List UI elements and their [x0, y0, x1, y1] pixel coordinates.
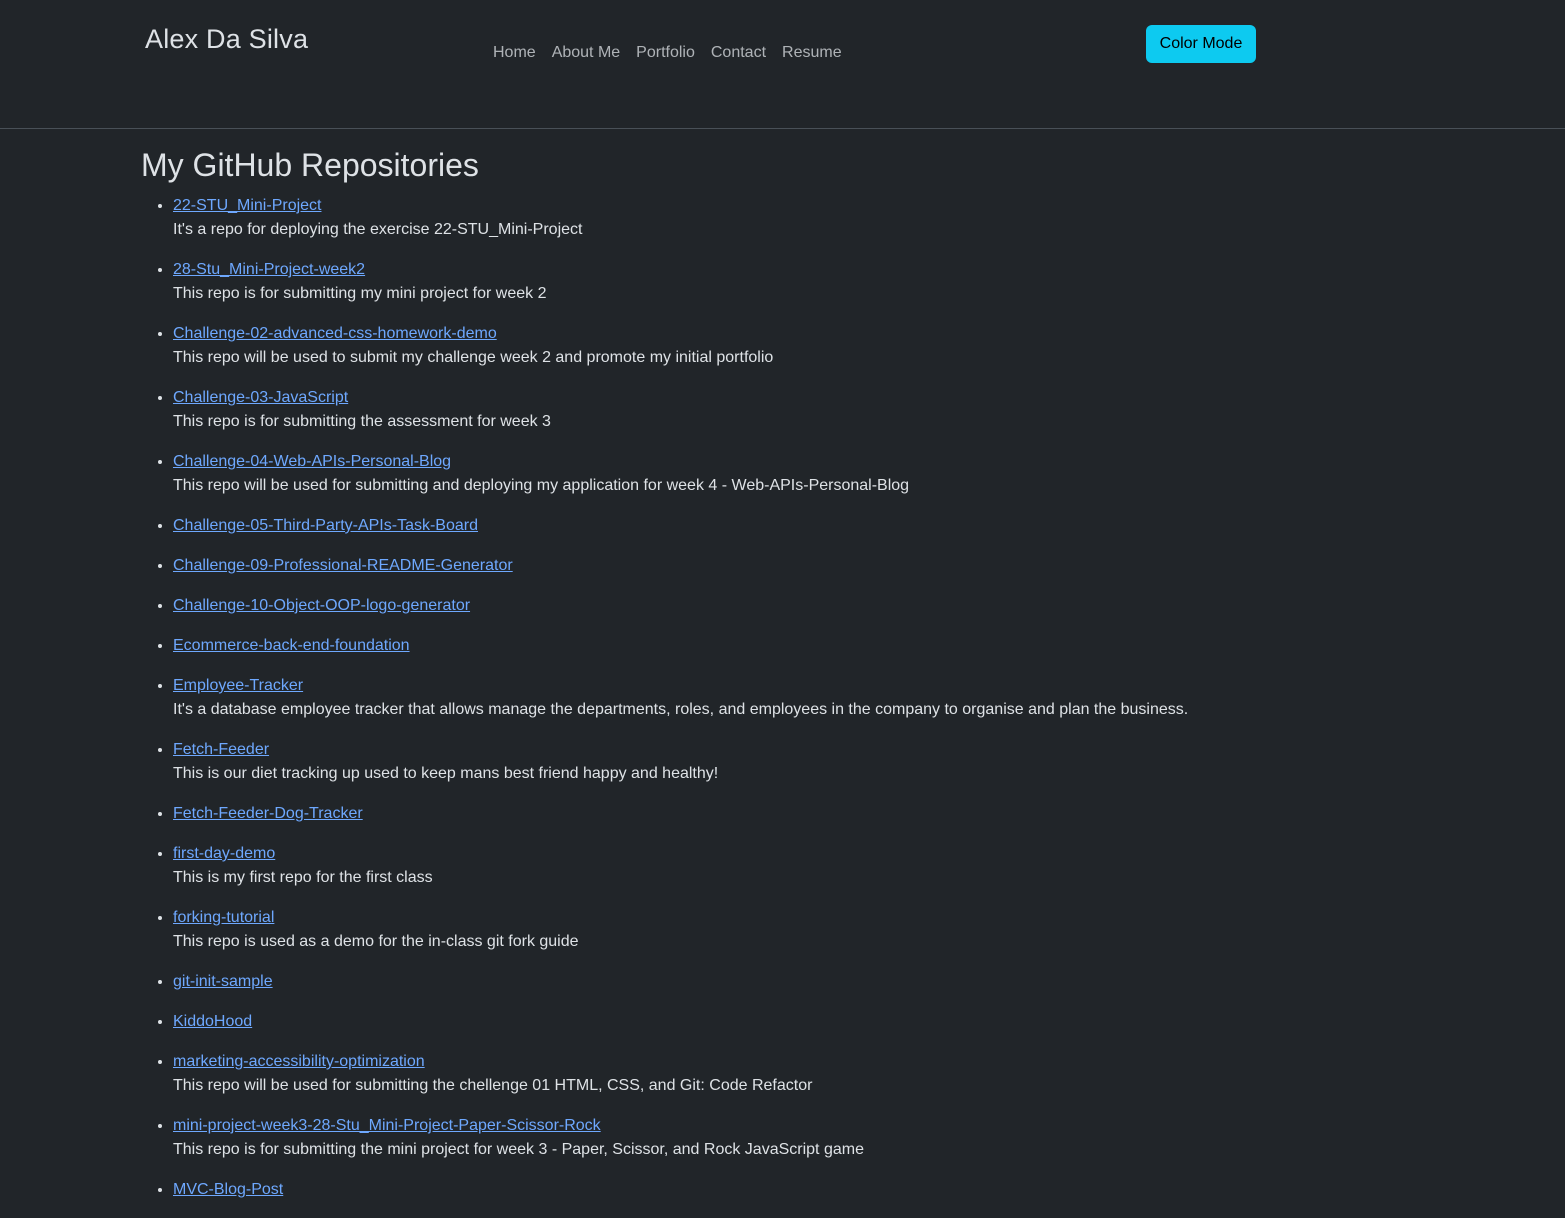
repo-description: This is our diet tracking up used to kee…: [173, 765, 719, 782]
repo-description: This repo is for submitting the assessme…: [173, 413, 551, 430]
repo-link[interactable]: mini-project-week3-28-Stu_Mini-Project-P…: [173, 1114, 1421, 1138]
repo-link[interactable]: Challenge-05-Third-Party-APIs-Task-Board: [173, 514, 1421, 538]
repo-item: Challenge-09-Professional-README-Generat…: [173, 554, 1421, 578]
repo-description: This repo is used as a demo for the in-c…: [173, 933, 579, 950]
main-content: My GitHub Repositories 22-STU_Mini-Proje…: [141, 145, 1421, 1218]
repo-link[interactable]: Challenge-10-Object-OOP-logo-generator: [173, 594, 1421, 618]
repo-item: MVC-Blog-Post: [173, 1178, 1421, 1202]
repo-link[interactable]: forking-tutorial: [173, 906, 1421, 930]
page-title: My GitHub Repositories: [141, 147, 479, 183]
repo-link[interactable]: Fetch-Feeder-Dog-Tracker: [173, 802, 1421, 826]
nav-portfolio[interactable]: Portfolio: [636, 43, 695, 63]
repo-item: Fetch-Feeder-Dog-Tracker: [173, 802, 1421, 826]
repo-description: This repo is for submitting the mini pro…: [173, 1141, 864, 1158]
nav-home[interactable]: Home: [493, 43, 536, 63]
repo-link[interactable]: Challenge-09-Professional-README-Generat…: [173, 554, 1421, 578]
repo-item: Challenge-04-Web-APIs-Personal-Blog This …: [173, 450, 1421, 498]
repo-item: 22-STU_Mini-Project It's a repo for deplo…: [173, 194, 1421, 242]
repo-link[interactable]: MVC-Blog-Post: [173, 1178, 1421, 1202]
repo-item: Challenge-10-Object-OOP-logo-generator: [173, 594, 1421, 618]
repo-item: first-day-demo This is my first repo for …: [173, 842, 1421, 890]
repo-item: Employee-Tracker It's a database employee…: [173, 674, 1421, 722]
repo-item: marketing-accessibility-optimization This…: [173, 1050, 1421, 1098]
repo-item: Ecommerce-back-end-foundation: [173, 634, 1421, 658]
repo-link[interactable]: marketing-accessibility-optimization: [173, 1050, 1421, 1074]
site-brand[interactable]: Alex Da Silva: [145, 24, 308, 55]
repo-description: It's a repo for deploying the exercise 2…: [173, 221, 583, 238]
repo-link[interactable]: Fetch-Feeder: [173, 738, 1421, 762]
repo-link[interactable]: 22-STU_Mini-Project: [173, 194, 1421, 218]
nav-resume[interactable]: Resume: [782, 43, 842, 63]
repo-description: This repo will be used to submit my chal…: [173, 349, 774, 366]
repo-link[interactable]: 28-Stu_Mini-Project-week2: [173, 258, 1421, 282]
repo-description: This repo is for submitting my mini proj…: [173, 285, 547, 302]
repo-item: Fetch-Feeder This is our diet tracking up…: [173, 738, 1421, 786]
repo-description: This is my first repo for the first clas…: [173, 869, 433, 886]
site-header: Alex Da Silva Home About Me Portfolio Co…: [0, 0, 1565, 129]
repo-item: mini-project-week3-28-Stu_Mini-Project-P…: [173, 1114, 1421, 1162]
repo-item: git-init-sample: [173, 970, 1421, 994]
repo-item: Challenge-02-advanced-css-homework-demo T…: [173, 322, 1421, 370]
repo-list: 22-STU_Mini-Project It's a repo for deplo…: [141, 194, 1421, 1202]
nav-about-me[interactable]: About Me: [552, 43, 620, 63]
repo-link[interactable]: KiddoHood: [173, 1010, 1421, 1034]
nav-contact[interactable]: Contact: [711, 43, 766, 63]
repo-description: This repo will be used for submitting th…: [173, 1077, 813, 1094]
color-mode-button[interactable]: Color Mode: [1146, 25, 1256, 63]
repo-item: KiddoHood: [173, 1010, 1421, 1034]
repo-link[interactable]: first-day-demo: [173, 842, 1421, 866]
repo-link[interactable]: Challenge-03-JavaScript: [173, 386, 1421, 410]
repo-description: It's a database employee tracker that al…: [173, 701, 1189, 718]
repo-item: forking-tutorial This repo is used as a d…: [173, 906, 1421, 954]
repo-link[interactable]: Challenge-04-Web-APIs-Personal-Blog: [173, 450, 1421, 474]
repo-item: Challenge-05-Third-Party-APIs-Task-Board: [173, 514, 1421, 538]
repo-item: 28-Stu_Mini-Project-week2 This repo is fo…: [173, 258, 1421, 306]
repo-description: This repo will be used for submitting an…: [173, 477, 910, 494]
repo-link[interactable]: git-init-sample: [173, 970, 1421, 994]
repo-link[interactable]: Challenge-02-advanced-css-homework-demo: [173, 322, 1421, 346]
main-nav: Home About Me Portfolio Contact Resume: [493, 43, 842, 63]
repo-link[interactable]: Ecommerce-back-end-foundation: [173, 634, 1421, 658]
repo-item: Challenge-03-JavaScript This repo is for …: [173, 386, 1421, 434]
repo-link[interactable]: Employee-Tracker: [173, 674, 1421, 698]
